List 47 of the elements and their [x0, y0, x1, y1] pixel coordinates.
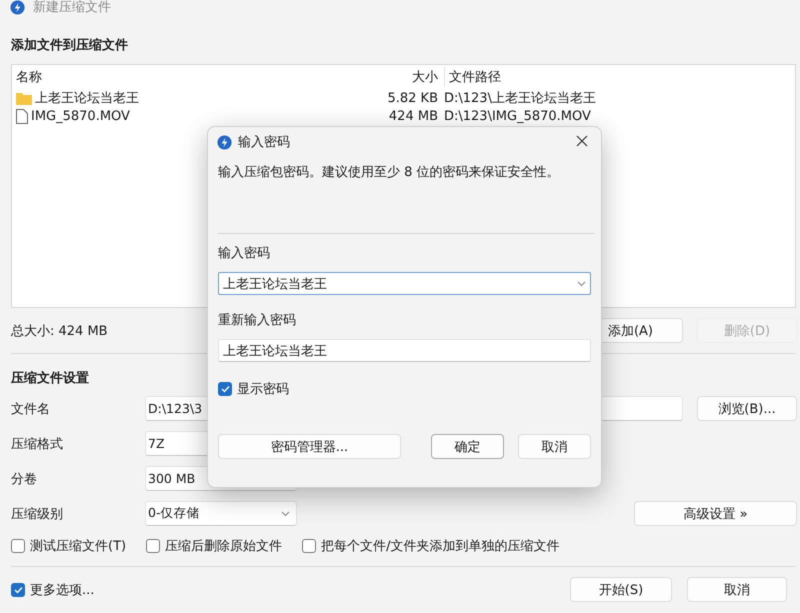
file-path: D:\123\上老王论坛当老王 — [444, 90, 597, 107]
dropdown[interactable]: 0-仅存储 — [145, 501, 297, 526]
dialog-message: 输入压缩包密码。建议使用至少 8 位的密码来保证安全性。 — [218, 164, 561, 181]
file-size: 424 MB — [392, 109, 438, 124]
start-button[interactable]: 开始(S) — [570, 577, 672, 602]
ok-button[interactable]: 确定 — [431, 434, 504, 459]
field-label: 压缩格式 — [11, 436, 64, 452]
checkmark-icon — [220, 385, 230, 393]
dialog-title: 输入密码 — [238, 134, 291, 151]
app-icon — [217, 134, 232, 150]
column-header[interactable]: 大小 — [392, 67, 438, 87]
checkbox[interactable] — [302, 539, 316, 553]
field-label: 输入密码 — [218, 245, 271, 262]
cancel-button[interactable]: 取消 — [687, 577, 787, 602]
password-manager-button[interactable]: 密码管理器... — [218, 434, 401, 459]
checkbox-label[interactable]: 测试压缩文件(T) — [30, 537, 126, 555]
file-name[interactable]: 上老王论坛当老王 — [35, 89, 139, 107]
field-label: 压缩级别 — [11, 506, 64, 522]
cancel-button[interactable]: 取消 — [518, 434, 591, 459]
checkbox-label[interactable]: 更多选项... — [30, 580, 94, 598]
chevron-down-icon — [577, 280, 586, 286]
column-header[interactable]: 名称 — [16, 67, 386, 87]
checkbox-label[interactable]: 显示密码 — [237, 380, 289, 398]
file-path: D:\123\IMG_5870.MOV — [444, 109, 592, 124]
file-name[interactable]: IMG_5870.MOV — [31, 109, 130, 124]
advanced-settings-button[interactable]: 高级设置 » — [634, 501, 797, 526]
checkbox[interactable] — [218, 382, 232, 396]
section-heading: 压缩文件设置 — [10, 370, 90, 387]
folder-icon — [16, 92, 32, 104]
checkbox[interactable] — [11, 582, 25, 596]
field-label: 分卷 — [11, 470, 38, 488]
window-title: 新建压缩文件 — [33, 0, 111, 16]
field-label: 文件名 — [11, 400, 51, 418]
total-size: 总大小: 424 MB — [11, 322, 109, 340]
password-field[interactable]: 上老王论坛当老王 — [218, 272, 591, 295]
field-label: 重新输入密码 — [218, 312, 297, 329]
browse-button[interactable]: 浏览(B)... — [697, 396, 797, 421]
column-header[interactable]: 文件路径 — [444, 67, 791, 87]
checkmark-icon — [14, 586, 22, 594]
confirm-password-field[interactable]: 上老王论坛当老王 — [218, 339, 591, 362]
checkbox-label[interactable]: 压缩后删除原始文件 — [165, 537, 282, 555]
checkbox[interactable] — [146, 539, 160, 553]
checkbox-label[interactable]: 把每个文件/文件夹添加到单独的压缩文件 — [321, 537, 560, 555]
checkbox[interactable] — [11, 539, 25, 553]
section-heading: 添加文件到压缩文件 — [10, 36, 129, 54]
chevron-down-icon — [281, 510, 290, 516]
file-icon — [16, 109, 28, 124]
